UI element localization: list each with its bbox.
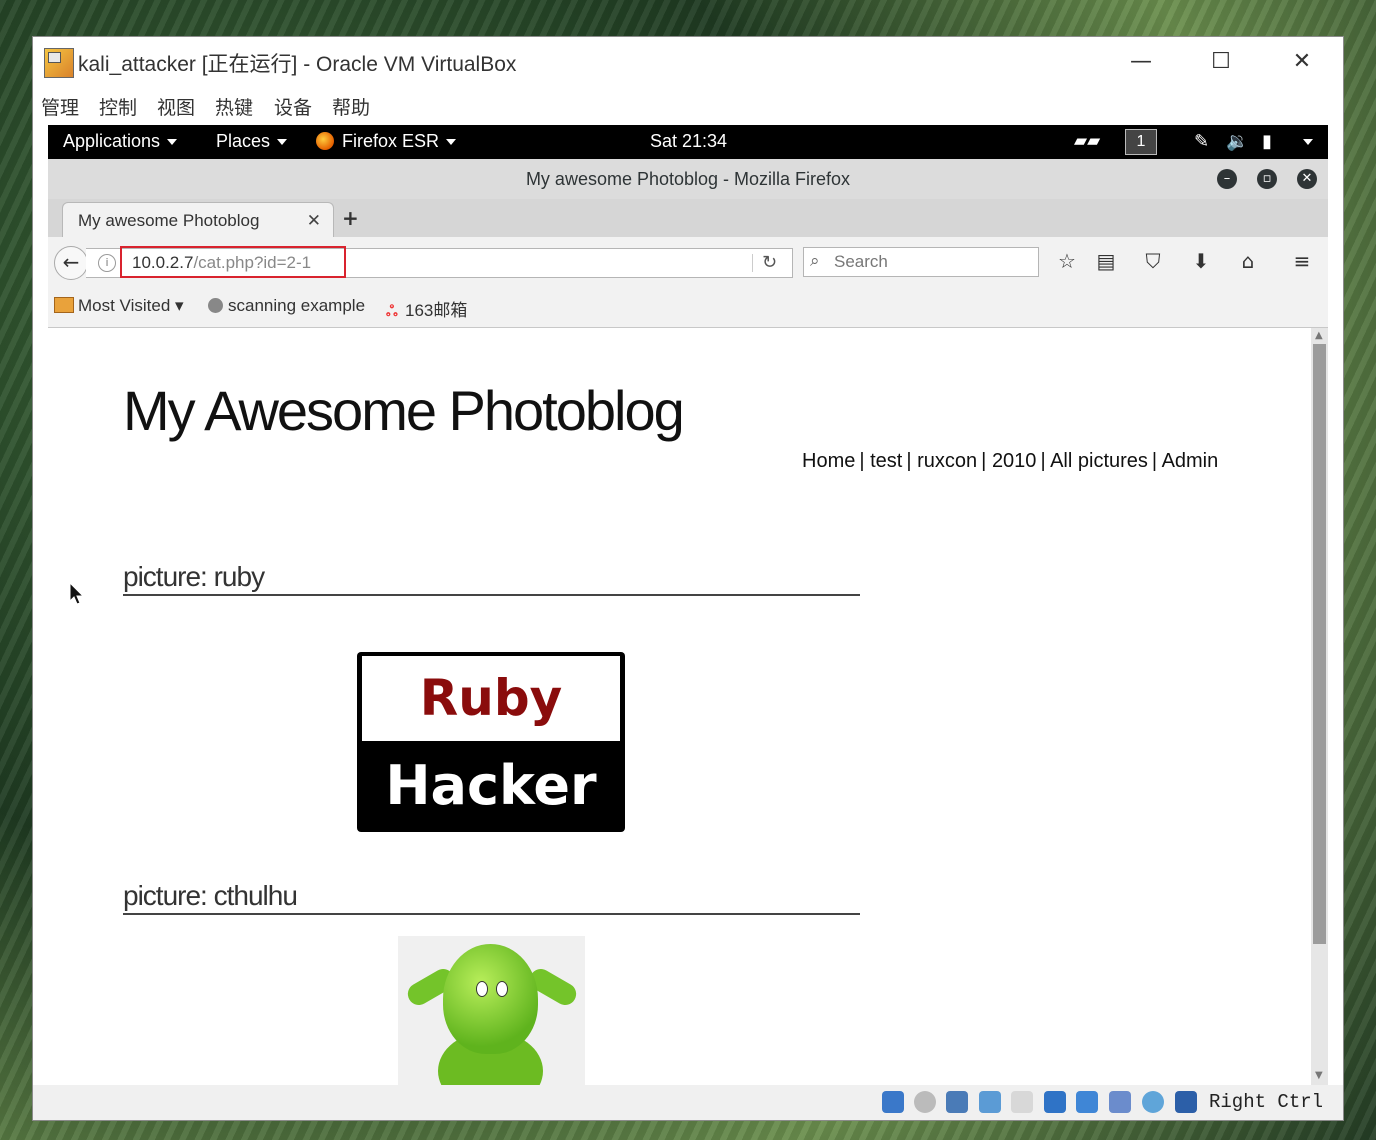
- chevron-down-icon: [277, 139, 288, 146]
- octopus-icon: ஃ: [386, 303, 398, 320]
- home-icon[interactable]: ⌂: [1235, 249, 1261, 273]
- workspace-indicator[interactable]: 1: [1125, 129, 1157, 155]
- video-camera-icon[interactable]: ▰▰: [1074, 131, 1100, 151]
- hamburger-menu-icon[interactable]: ≡: [1289, 249, 1315, 273]
- mouse-integration-icon[interactable]: [1175, 1091, 1197, 1113]
- menu-hotkeys[interactable]: 热键: [215, 93, 253, 120]
- host-key-label: Right Ctrl: [1209, 1091, 1324, 1113]
- tab-photoblog[interactable]: My awesome Photoblog ✕: [62, 202, 334, 238]
- reading-list-icon[interactable]: ▤: [1093, 249, 1119, 273]
- reload-icon[interactable]: ↻: [762, 252, 777, 273]
- scroll-up-arrow-icon[interactable]: ▲: [1315, 330, 1323, 341]
- firefox-app-menu[interactable]: Firefox ESR: [316, 131, 457, 152]
- nav-link-ruxcon[interactable]: ruxcon: [917, 450, 977, 472]
- virtualbox-statusbar: Right Ctrl: [33, 1085, 1343, 1120]
- nav-link-test[interactable]: test: [870, 450, 902, 472]
- picture-heading-cthulhu[interactable]: picture: cthulhu: [123, 879, 860, 915]
- menu-manage[interactable]: 管理: [41, 93, 79, 120]
- nav-link-all-pictures[interactable]: All pictures: [1050, 450, 1148, 472]
- pen-icon[interactable]: ✎: [1194, 131, 1209, 152]
- menu-help[interactable]: 帮助: [332, 93, 370, 120]
- minimize-button[interactable]: —: [1121, 45, 1161, 79]
- maximize-button[interactable]: ☐: [1201, 45, 1241, 79]
- close-button[interactable]: ✕: [1282, 45, 1322, 79]
- nav-link-home[interactable]: Home: [802, 450, 855, 472]
- window-title: kali_attacker [正在运行] - Oracle VM Virtual…: [78, 53, 517, 76]
- search-input[interactable]: ⌕ Search: [803, 247, 1039, 277]
- firefox-maximize-button[interactable]: ▫: [1257, 169, 1277, 189]
- scroll-down-arrow-icon[interactable]: ▼: [1315, 1070, 1323, 1081]
- chevron-down-icon: [167, 139, 178, 146]
- firefox-minimize-button[interactable]: –: [1217, 169, 1237, 189]
- bookmark-most-visited[interactable]: Most Visited ▾: [54, 296, 184, 316]
- virtualbox-window: kali_attacker [正在运行] - Oracle VM Virtual…: [33, 37, 1343, 1120]
- vertical-scrollbar[interactable]: ▲ ▼: [1311, 328, 1328, 1085]
- firefox-icon: [316, 132, 334, 150]
- search-placeholder: Search: [834, 252, 888, 271]
- tab-bar: My awesome Photoblog ✕ +: [48, 199, 1328, 238]
- cthulhu-right-eye: [496, 981, 508, 997]
- menu-control[interactable]: 控制: [99, 93, 137, 120]
- nav-link-admin[interactable]: Admin: [1162, 450, 1219, 472]
- menu-devices[interactable]: 设备: [274, 93, 312, 120]
- guest-screen[interactable]: Applications Places Firefox ESR Sat 21:3…: [48, 125, 1328, 1085]
- new-tab-icon[interactable]: +: [342, 206, 359, 230]
- page-title: My Awesome Photoblog: [123, 379, 685, 442]
- menu-view[interactable]: 视图: [157, 93, 195, 120]
- audio-icon[interactable]: [946, 1091, 968, 1113]
- cpu-icon[interactable]: [1142, 1091, 1164, 1113]
- volume-icon[interactable]: 🔉: [1226, 131, 1248, 152]
- globe-icon: [208, 298, 223, 313]
- image-text-hacker: Hacker: [385, 754, 597, 817]
- virtualbox-menubar: 管理 控制 视图 热键 设备 帮助: [33, 87, 1343, 125]
- tab-close-icon[interactable]: ✕: [307, 211, 321, 231]
- hard-disk-icon[interactable]: [882, 1091, 904, 1113]
- firefox-close-button[interactable]: ✕: [1297, 169, 1317, 189]
- url-separator: [752, 254, 753, 272]
- shared-folders-icon[interactable]: [1044, 1091, 1066, 1113]
- info-icon[interactable]: i: [98, 254, 116, 272]
- ruby-hacker-image[interactable]: Ruby Hacker: [357, 652, 625, 832]
- image-text-ruby: Ruby: [362, 656, 620, 741]
- applications-menu[interactable]: Applications: [63, 131, 178, 152]
- tab-label: My awesome Photoblog: [78, 211, 260, 230]
- folder-icon: [54, 297, 74, 313]
- firefox-titlebar[interactable]: My awesome Photoblog - Mozilla Firefox –…: [48, 159, 1328, 199]
- battery-icon[interactable]: ▮: [1262, 131, 1272, 152]
- cthulhu-image[interactable]: [398, 936, 585, 1085]
- system-menu[interactable]: [1296, 131, 1313, 152]
- firefox-window-title: My awesome Photoblog - Mozilla Firefox: [525, 169, 851, 189]
- gnome-topbar: Applications Places Firefox ESR Sat 21:3…: [48, 125, 1328, 159]
- url-text[interactable]: 10.0.2.7/cat.php?id=2-1: [132, 253, 311, 273]
- back-button[interactable]: ←: [54, 246, 88, 280]
- bookmark-star-icon[interactable]: ☆: [1054, 249, 1080, 273]
- usb-icon[interactable]: [1011, 1091, 1033, 1113]
- scroll-thumb[interactable]: [1313, 344, 1326, 944]
- optical-drive-icon[interactable]: [914, 1091, 936, 1113]
- site-nav: Home | test | ruxcon | 2010 | All pictures | …: [802, 450, 1219, 472]
- downloads-icon[interactable]: ⬇: [1188, 249, 1214, 273]
- pocket-icon[interactable]: ⛉: [1140, 249, 1166, 273]
- chevron-down-icon: [446, 139, 457, 146]
- url-bar[interactable]: i 10.0.2.7/cat.php?id=2-1 ↻: [86, 246, 793, 278]
- picture-heading-ruby[interactable]: picture: ruby: [123, 560, 860, 596]
- cthulhu-left-eye: [476, 981, 488, 997]
- clock[interactable]: Sat 21:34: [650, 131, 727, 152]
- virtualbox-app-icon: [44, 48, 74, 78]
- nav-link-2010[interactable]: 2010: [992, 450, 1037, 472]
- page-content[interactable]: My Awesome Photoblog Home | test | ruxcon |…: [48, 328, 1311, 1085]
- virtualbox-titlebar[interactable]: kali_attacker [正在运行] - Oracle VM Virtual…: [33, 37, 1343, 87]
- bookmarks-toolbar: Most Visited ▾ scanning example ஃ 163邮箱: [48, 289, 1328, 328]
- chevron-down-icon: [1303, 139, 1313, 146]
- bookmark-scanning-example[interactable]: scanning example: [208, 296, 365, 316]
- bookmark-163-mail[interactable]: ஃ 163邮箱: [386, 296, 467, 321]
- video-capture-icon[interactable]: [1109, 1091, 1131, 1113]
- cthulhu-head: [443, 944, 538, 1054]
- places-menu[interactable]: Places: [216, 131, 288, 152]
- network-icon[interactable]: [979, 1091, 1001, 1113]
- search-icon: ⌕: [810, 251, 820, 271]
- navigation-toolbar: ← i 10.0.2.7/cat.php?id=2-1 ↻ ⌕ Search ☆…: [48, 237, 1328, 289]
- display-icon[interactable]: [1076, 1091, 1098, 1113]
